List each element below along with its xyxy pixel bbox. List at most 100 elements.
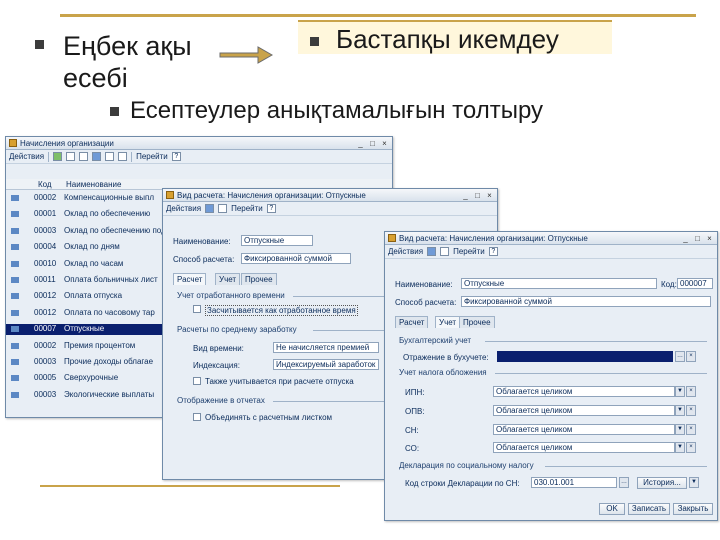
save-icon[interactable]: [427, 247, 437, 256]
clear-button[interactable]: ×: [686, 442, 696, 453]
ok-button[interactable]: OK: [599, 503, 625, 515]
ipn-select[interactable]: Облагается целиком: [493, 386, 675, 397]
display-checkbox-label[interactable]: Объединять с расчетным листком: [205, 413, 332, 422]
refresh-icon[interactable]: [118, 152, 128, 161]
time-checkbox[interactable]: [193, 305, 201, 313]
method-select[interactable]: Фиксированной суммой: [241, 253, 351, 264]
delete-icon[interactable]: [92, 152, 102, 161]
tab-calc[interactable]: Расчет: [173, 273, 207, 285]
close-button[interactable]: ×: [485, 191, 494, 200]
sn-select[interactable]: Облагается целиком: [493, 424, 675, 435]
code-field[interactable]: 000007: [677, 278, 713, 289]
section-divider: [545, 466, 707, 467]
bottom-decorative-rule: [40, 485, 340, 487]
select-button[interactable]: …: [619, 477, 629, 488]
row-code: 00002: [34, 193, 57, 202]
tab-calc[interactable]: Расчет: [395, 316, 429, 328]
dropdown-icon[interactable]: ▼: [675, 442, 685, 453]
row-name: Оклад по дням: [64, 242, 120, 252]
item-icon: [11, 359, 19, 365]
tab-other[interactable]: Прочее: [459, 316, 495, 328]
item-icon: [11, 375, 19, 382]
name-field[interactable]: Отпускные: [461, 278, 657, 289]
opv-select[interactable]: Облагается целиком: [493, 405, 675, 416]
window-middle-toolbar: Действия Перейти ?: [163, 202, 497, 216]
menu-actions[interactable]: Действия: [388, 247, 423, 256]
clear-button[interactable]: ×: [686, 386, 696, 397]
section-time: Учет отработанного времени: [177, 291, 285, 300]
dropdown-icon[interactable]: ▼: [675, 405, 685, 416]
label-reflect: Отражение в бухучете:: [403, 353, 489, 362]
print-icon[interactable]: [218, 204, 228, 213]
avg-checkbox-label[interactable]: Также учитывается при расчете отпуска: [205, 377, 354, 386]
index-select[interactable]: Индексируемый заработок: [273, 359, 379, 370]
history-button[interactable]: История...: [637, 477, 687, 489]
clear-button[interactable]: ×: [686, 351, 696, 362]
display-checkbox[interactable]: [193, 413, 201, 421]
name-field[interactable]: Отпускные: [241, 235, 313, 246]
menu-goto[interactable]: Перейти: [231, 204, 263, 213]
close-button[interactable]: ×: [705, 234, 714, 243]
menu-actions[interactable]: Действия: [166, 204, 201, 213]
add-icon[interactable]: [53, 152, 63, 161]
close-window-button[interactable]: Закрыть: [673, 503, 713, 515]
dropdown-icon[interactable]: ▼: [675, 424, 685, 435]
dropdown-icon[interactable]: ▼: [675, 386, 685, 397]
row-code: 00003: [34, 389, 57, 399]
tab-other[interactable]: Прочее: [241, 273, 277, 285]
select-button[interactable]: …: [675, 351, 685, 362]
label-ipn: ИПН:: [405, 388, 425, 397]
column-header-name[interactable]: Наименование: [66, 180, 121, 189]
row-code: 00001: [34, 209, 57, 219]
item-icon: [11, 326, 19, 333]
item-icon: [11, 391, 19, 398]
edit-icon[interactable]: [79, 152, 89, 161]
window-front: Вид расчета: Начисления организации: Отп…: [384, 231, 718, 521]
avg-checkbox[interactable]: [193, 377, 201, 385]
dropdown-icon[interactable]: ▼: [689, 477, 699, 488]
help-icon[interactable]: ?: [171, 152, 181, 161]
tab-account[interactable]: Учет: [435, 316, 461, 328]
bullet-square: [35, 40, 44, 49]
declaration-field[interactable]: 030.01.001: [531, 477, 617, 488]
section-average: Расчеты по среднему заработку: [177, 325, 297, 334]
menu-goto[interactable]: Перейти: [136, 152, 168, 161]
minimize-button[interactable]: _: [461, 191, 470, 200]
so-select[interactable]: Облагается целиком: [493, 442, 675, 453]
minimize-button[interactable]: _: [681, 234, 690, 243]
copy-icon[interactable]: [66, 152, 76, 161]
right-arrow-icon: [219, 46, 274, 64]
close-button[interactable]: ×: [380, 139, 389, 148]
time-checkbox-label[interactable]: Засчитывается как отработанное время: [205, 305, 358, 316]
method-select[interactable]: Фиксированной суммой: [461, 296, 711, 307]
minimize-button[interactable]: _: [356, 139, 365, 148]
clear-button[interactable]: ×: [686, 405, 696, 416]
menu-goto[interactable]: Перейти: [453, 247, 485, 256]
time-type-select[interactable]: Не начисляется премией: [273, 342, 379, 353]
row-code: 00011: [34, 275, 56, 284]
save-icon[interactable]: [205, 204, 215, 213]
bullet-square: [110, 107, 119, 116]
maximize-button[interactable]: □: [473, 191, 482, 200]
filter-icon[interactable]: [105, 152, 115, 161]
column-header-code[interactable]: Код: [38, 180, 52, 189]
app-icon: [388, 234, 396, 242]
clear-button[interactable]: ×: [686, 424, 696, 435]
print-icon[interactable]: [440, 247, 450, 256]
label-opv: ОПВ:: [405, 407, 425, 416]
tab-account[interactable]: Учет: [215, 273, 241, 285]
label-name: Наименование:: [173, 237, 231, 246]
menu-actions[interactable]: Действия: [9, 152, 44, 161]
help-icon[interactable]: ?: [266, 204, 276, 213]
help-icon[interactable]: ?: [488, 247, 498, 256]
item-icon: [11, 244, 19, 251]
row-code: 00002: [34, 340, 57, 350]
maximize-button[interactable]: □: [368, 139, 377, 148]
top-decorative-rule: [60, 14, 696, 17]
slide-title-part2: Бастапқы икемдеу: [336, 24, 559, 54]
save-button[interactable]: Записать: [628, 503, 670, 515]
item-icon: [11, 342, 19, 349]
maximize-button[interactable]: □: [693, 234, 702, 243]
label-declaration: Код строки Декларации по СН:: [405, 479, 520, 488]
reflect-field[interactable]: [497, 351, 673, 362]
